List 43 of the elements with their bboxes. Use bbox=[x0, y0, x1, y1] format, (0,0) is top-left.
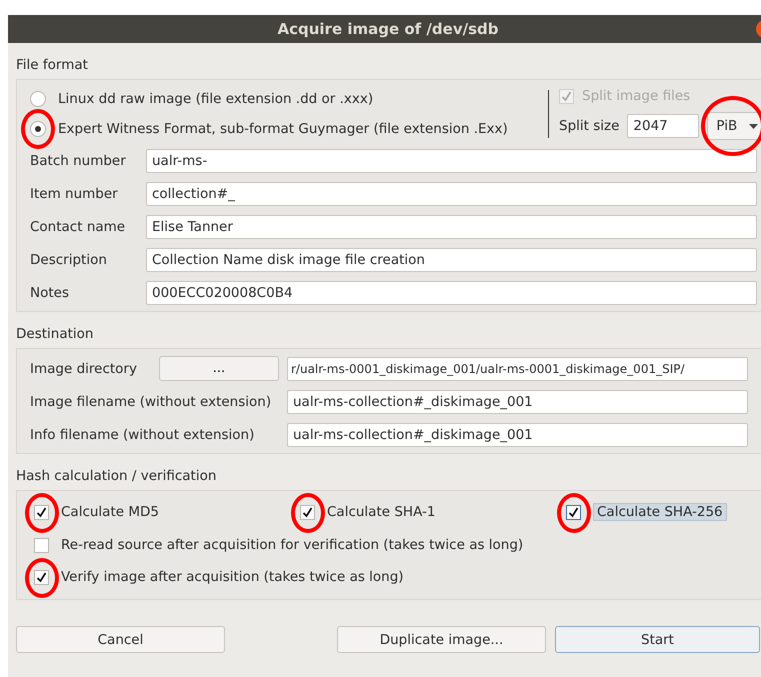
text-field[interactable]: ualr-ms-collection#_diskimage_001 bbox=[287, 390, 748, 414]
group-title: File format bbox=[16, 57, 88, 73]
text-field[interactable]: ualr-ms- bbox=[146, 149, 757, 173]
text-field[interactable]: ualr-ms-collection#_diskimage_001 bbox=[287, 423, 748, 447]
checkbox-label: Calculate MD5 bbox=[61, 504, 159, 520]
checkbox[interactable] bbox=[34, 504, 49, 520]
field-label: Notes bbox=[30, 285, 70, 301]
text-field[interactable]: Elise Tanner bbox=[146, 215, 757, 239]
dialog-button[interactable]: Cancel bbox=[16, 626, 225, 653]
checkbox[interactable] bbox=[300, 504, 315, 520]
field-label: Split size bbox=[559, 118, 620, 134]
checkbox[interactable] bbox=[34, 538, 49, 552]
field-label: Description bbox=[30, 252, 108, 268]
text-field[interactable]: r/ualr-ms-0001_diskimage_001/ualr-ms-0001_diskimage_001_SIP/ bbox=[287, 356, 748, 380]
text-field[interactable]: collection#_ bbox=[146, 182, 757, 206]
field-label: Contact name bbox=[30, 219, 126, 235]
group-title: Hash calculation / verification bbox=[16, 468, 216, 484]
checkbox-label: Split image files bbox=[582, 88, 690, 104]
caret-icon bbox=[749, 124, 758, 128]
dialog-button[interactable]: Start bbox=[555, 626, 760, 653]
checkbox-label: Calculate SHA-256 bbox=[593, 503, 727, 521]
field-label: Batch number bbox=[30, 153, 127, 169]
checkbox[interactable] bbox=[566, 504, 581, 520]
field-label: Image filename (without extension) bbox=[30, 394, 272, 410]
dialog-button[interactable]: Duplicate image... bbox=[337, 626, 546, 653]
window-title: Acquire image of /dev/sdb bbox=[278, 20, 498, 38]
radio-button[interactable] bbox=[30, 91, 46, 107]
radio-button[interactable] bbox=[30, 121, 46, 137]
checkbox-label: Calculate SHA-1 bbox=[327, 504, 436, 520]
checkbox-label: Re-read source after acquisition for verification (takes twice as long) bbox=[61, 537, 524, 553]
unit-dropdown[interactable]: PiB bbox=[707, 112, 761, 140]
text-field[interactable]: Collection Name disk image file creation bbox=[146, 248, 757, 272]
checkbox[interactable] bbox=[34, 570, 49, 584]
field-label: Info filename (without extension) bbox=[30, 427, 256, 443]
group-title: Destination bbox=[16, 326, 94, 342]
text-field[interactable]: 000ECC020008C0B4 bbox=[146, 281, 757, 305]
radio-label: Expert Witness Format, sub-format Guymager (file extension .Exx) bbox=[58, 121, 508, 137]
field-label: Item number bbox=[30, 186, 119, 202]
browse-button[interactable]: ... bbox=[159, 356, 279, 381]
radio-label: Linux dd raw image (file extension .dd or .xxx) bbox=[58, 91, 374, 107]
split-size-field[interactable]: 2047 bbox=[627, 114, 700, 138]
field-label: Image directory bbox=[30, 360, 138, 376]
checkbox-label: Verify image after acquisition (takes twice as long) bbox=[61, 569, 404, 585]
